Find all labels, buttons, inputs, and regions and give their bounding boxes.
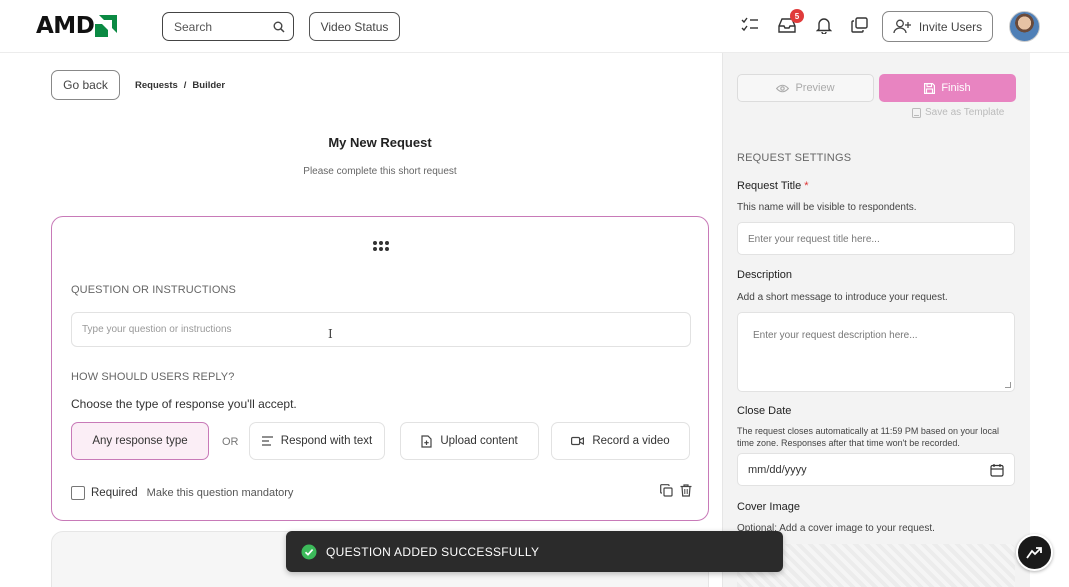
text-cursor-icon: I	[328, 327, 333, 341]
required-star: *	[804, 180, 809, 192]
check-circle-icon	[301, 544, 317, 559]
description-placeholder: Enter your request description here...	[753, 330, 918, 341]
close-date-value: mm/dd/yyyy	[748, 463, 807, 476]
preview-button[interactable]: Preview	[737, 74, 874, 102]
close-date-label: Close Date	[737, 405, 792, 417]
finish-button[interactable]: Finish	[879, 74, 1016, 102]
request-settings-heading: REQUEST SETTINGS	[737, 152, 852, 164]
page-title: My New Request	[328, 135, 432, 150]
preview-label: Preview	[795, 82, 835, 94]
duplicate-icon[interactable]	[660, 484, 673, 497]
request-title-hint: This name will be visible to respondents…	[737, 202, 917, 213]
required-checkbox[interactable]	[71, 486, 85, 500]
bell-icon[interactable]	[813, 14, 835, 36]
record-video-label: Record a video	[592, 435, 670, 447]
card-actions	[660, 484, 692, 497]
any-response-type-label: Any response type	[92, 435, 188, 447]
video-status-button[interactable]: Video Status	[309, 12, 400, 41]
question-input[interactable]: Type your question or instructions	[71, 312, 691, 347]
breadcrumb-builder: Builder	[192, 80, 226, 91]
request-settings-panel: Preview Finish Save as Template REQUEST …	[722, 53, 1030, 587]
or-separator: OR	[222, 436, 239, 448]
go-back-label: Go back	[63, 78, 108, 92]
cover-image-label: Cover Image	[737, 501, 800, 513]
question-card: QUESTION OR INSTRUCTIONS Type your quest…	[51, 216, 709, 521]
choose-response-text: Choose the type of response you'll accep…	[71, 397, 297, 411]
record-video-button[interactable]: Record a video	[551, 422, 690, 460]
request-builder-area: Go back Requests / Builder My New Reques…	[0, 53, 722, 587]
question-section-label: QUESTION OR INSTRUCTIONS	[71, 284, 236, 296]
close-date-hint: The request closes automatically at 11:5…	[737, 426, 999, 448]
request-title-label: Request Title *	[737, 180, 809, 192]
any-response-type-button[interactable]: Any response type	[71, 422, 209, 460]
description-textarea[interactable]: Enter your request description here...	[737, 312, 1015, 392]
template-icon	[912, 107, 921, 118]
save-as-template-label: Save as Template	[925, 107, 1005, 118]
respond-with-text-button[interactable]: Respond with text	[249, 422, 385, 460]
resize-handle-icon[interactable]	[1005, 382, 1011, 388]
description-label: Description	[737, 269, 793, 281]
save-as-template-link[interactable]: Save as Template	[912, 107, 1004, 118]
required-row: Required Make this question mandatory	[71, 486, 293, 500]
top-navigation-bar: AMD Search Video Status 5 Invite Users	[0, 0, 1069, 53]
amd-arrow-icon	[95, 15, 118, 37]
trash-icon[interactable]	[680, 484, 692, 497]
invite-users-button[interactable]: Invite Users	[882, 11, 993, 42]
add-user-icon	[893, 19, 911, 34]
toast-message: QUESTION ADDED SUCCESSFULLY	[326, 544, 540, 559]
amd-logo[interactable]: AMD	[36, 13, 118, 39]
search-icon	[273, 21, 285, 33]
go-back-button[interactable]: Go back	[51, 70, 120, 100]
success-toast: QUESTION ADDED SUCCESSFULLY	[286, 531, 783, 572]
inbox-badge: 5	[790, 9, 804, 23]
search-placeholder: Search	[174, 19, 213, 34]
logo-text: AMD	[36, 13, 95, 39]
assistant-fab[interactable]	[1016, 534, 1053, 571]
finish-label: Finish	[941, 82, 971, 94]
description-hint: Add a short message to introduce your re…	[737, 292, 948, 303]
respond-with-text-label: Respond with text	[280, 435, 373, 447]
request-title-label-text: Request Title	[737, 180, 802, 192]
close-date-input[interactable]: mm/dd/yyyy	[737, 453, 1015, 486]
video-camera-icon	[571, 436, 585, 446]
drag-handle-icon[interactable]	[373, 241, 389, 251]
copy-windows-icon[interactable]	[848, 14, 870, 36]
breadcrumb-requests[interactable]: Requests	[135, 80, 178, 91]
eye-icon	[776, 84, 790, 92]
breadcrumb: Requests / Builder	[135, 80, 225, 91]
request-title-input[interactable]: Enter your request title here...	[737, 222, 1015, 255]
calendar-icon[interactable]	[990, 463, 1004, 477]
reply-section-label: HOW SHOULD USERS REPLY?	[71, 371, 235, 383]
required-label: Required	[91, 487, 138, 499]
video-status-label: Video Status	[320, 19, 389, 34]
trend-arrow-icon	[1026, 546, 1042, 559]
upload-content-label: Upload content	[440, 435, 518, 447]
required-hint: Make this question mandatory	[146, 487, 294, 499]
inbox-icon[interactable]: 5	[776, 9, 804, 36]
tasks-icon[interactable]	[739, 14, 761, 36]
breadcrumb-separator: /	[183, 80, 187, 91]
text-lines-icon	[261, 436, 273, 446]
page-subtitle: Please complete this short request	[303, 166, 457, 177]
invite-users-label: Invite Users	[918, 19, 983, 34]
right-edge-strip	[1030, 53, 1069, 587]
save-disk-icon	[924, 82, 936, 94]
search-input[interactable]: Search	[162, 12, 294, 41]
upload-content-button[interactable]: Upload content	[400, 422, 539, 460]
file-upload-icon	[421, 434, 432, 448]
avatar[interactable]	[1009, 11, 1040, 42]
